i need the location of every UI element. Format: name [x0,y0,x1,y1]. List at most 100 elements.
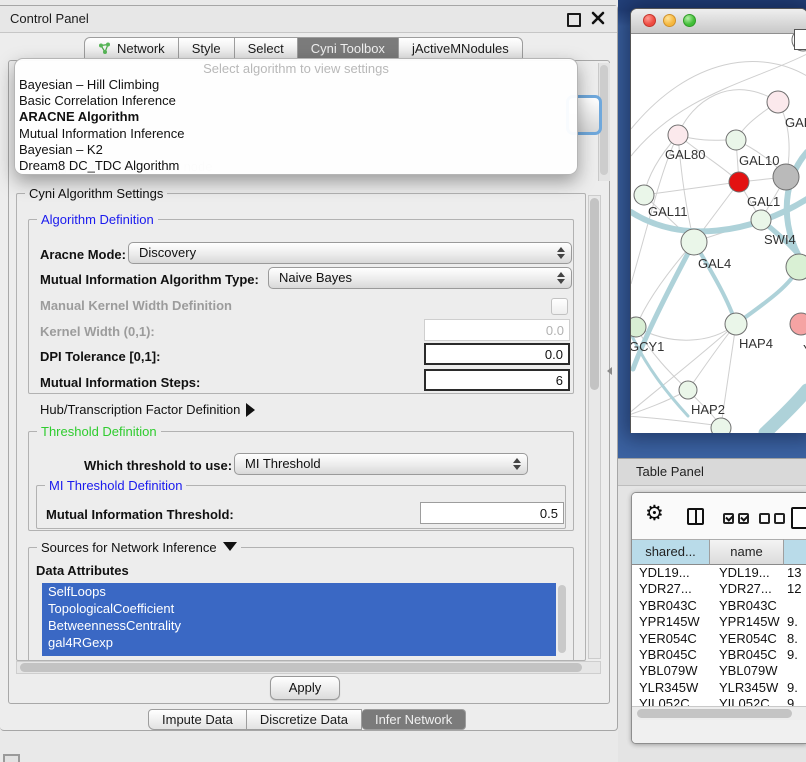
scrollbar-thumb[interactable] [637,709,792,718]
minimize-button[interactable] [663,14,676,27]
attributes-scrollbar[interactable] [556,583,568,656]
table-cell[interactable]: YBL079W [710,663,784,679]
attribute-item[interactable]: TopologicalCoefficient [42,600,556,617]
scrollbar-thumb[interactable] [558,585,566,653]
checked-checkbox-icon[interactable] [738,513,749,524]
attribute-item[interactable]: BetweennessCentrality [42,617,556,634]
unchecked-checkbox-icon[interactable] [759,513,770,524]
table-cell[interactable]: YBR045C [632,647,710,663]
tab-network[interactable]: Network [84,37,179,60]
table-cell[interactable] [784,663,806,679]
unchecked-checkbox-icon[interactable] [774,513,785,524]
table-cell[interactable]: YLR345W [710,680,784,696]
table-horizontal-scrollbar[interactable] [632,706,806,720]
settings-vertical-scrollbar[interactable] [588,195,601,659]
table-cell[interactable]: YDL19... [632,565,710,581]
network-node-y[interactable] [790,313,806,335]
mi-steps-field[interactable] [424,369,570,391]
which-threshold-combobox[interactable]: MI Threshold [234,453,528,475]
table-row[interactable]: YER054CYER054C8. [632,631,806,647]
table-cell[interactable]: 9. [784,680,806,696]
column-header[interactable]: shared... [632,539,710,565]
table-cell[interactable]: YDR27... [710,581,784,597]
table-row[interactable]: YBR043CYBR043C [632,598,806,614]
table-cell[interactable]: 9. [784,696,806,706]
tab-select[interactable]: Select [235,37,298,60]
table-cell[interactable]: YER054C [632,631,710,647]
mi-threshold-field[interactable] [420,502,564,524]
table-cell[interactable]: YER054C [710,631,784,647]
float-window-icon[interactable] [567,13,581,27]
network-node-gal1[interactable] [729,172,749,192]
table-row[interactable]: YIL052CYIL052C9. [632,696,806,706]
table-cell[interactable]: YBR043C [710,598,784,614]
table-cell[interactable]: 9. [784,614,806,630]
table-cell[interactable]: 8. [784,631,806,647]
table-row[interactable]: YBR045CYBR045C9. [632,647,806,663]
aracne-mode-combobox[interactable]: Discovery [128,242,572,264]
network-node-gal4[interactable] [681,229,707,255]
checked-checkbox-icon[interactable] [723,513,734,524]
network-node-gcy1[interactable] [631,317,646,337]
network-canvas[interactable]: GALGAL80GAL10GAL1GAL11SWI4GAL4GCY1HAP4YH… [631,34,806,433]
table-cell[interactable]: 9. [784,647,806,663]
tab-style[interactable]: Style [179,37,235,60]
network-node-gal80[interactable] [668,125,688,145]
table-row[interactable]: YBL079WYBL079W [632,663,806,679]
tab-jactivemnodules[interactable]: jActiveMNodules [399,37,523,60]
table-row[interactable]: YDR27...YDR27...12 [632,581,806,597]
attribute-item[interactable]: gal4RGexp [42,634,556,651]
dpi-tolerance-field[interactable] [424,343,570,365]
node-partial-bottom[interactable] [711,418,731,433]
tab-discretize-data[interactable]: Discretize Data [247,709,362,730]
algorithm-option[interactable]: Bayesian – K2 [15,142,577,158]
scrollbar-thumb[interactable] [20,663,582,672]
table-row[interactable]: YPR145WYPR145W9. [632,614,806,630]
column-header[interactable]: name [710,539,784,565]
node-right-green[interactable] [786,254,806,280]
network-node-gal[interactable] [767,91,789,113]
close-button[interactable] [643,14,656,27]
table-cell[interactable]: YIL052C [710,696,784,706]
table-cell[interactable]: YLR345W [632,680,710,696]
scrollbar-thumb[interactable] [590,198,599,390]
tab-infer-network[interactable]: Infer Network [362,709,466,730]
network-node-hap4[interactable] [725,313,747,335]
network-node-hap2[interactable] [679,381,697,399]
document-icon[interactable] [791,507,806,529]
tab-cyni-toolbox[interactable]: Cyni Toolbox [298,37,399,60]
table-row[interactable]: YDL19...YDL19...13 [632,565,806,581]
table-cell[interactable]: YPR145W [710,614,784,630]
zoom-button[interactable] [683,14,696,27]
table-cell[interactable]: YPR145W [632,614,710,630]
tab-impute-data[interactable]: Impute Data [148,709,247,730]
table-cell[interactable]: YDL19... [710,565,784,581]
table-cell[interactable]: YBL079W [632,663,710,679]
algorithm-option[interactable]: Mutual Information Inference [15,126,577,142]
splitter-arrow-icon[interactable] [607,367,612,375]
table-cell[interactable]: YBR045C [710,647,784,663]
table-cell[interactable]: 12 [784,581,806,597]
apply-button[interactable]: Apply [270,676,340,700]
table-cell[interactable]: YIL052C [632,696,710,706]
settings-horizontal-scrollbar[interactable] [16,661,601,674]
sources-expander[interactable]: Sources for Network Inference [37,540,241,555]
dock-panel-icon[interactable] [3,754,20,762]
close-icon[interactable] [591,11,605,25]
network-node-swi4[interactable] [751,210,771,230]
table-row[interactable]: YLR345WYLR345W9. [632,680,806,696]
mi-algorithm-type-combobox[interactable]: Naive Bayes [268,267,572,289]
network-node-gal11[interactable] [634,185,654,205]
algorithm-option[interactable]: Basic Correlation Inference [15,93,577,109]
algorithm-option[interactable]: ARACNE Algorithm [15,109,577,125]
column-header[interactable] [784,539,806,565]
algorithm-option[interactable]: Dream8 DC_TDC Algorithm [15,158,577,174]
table-cell[interactable] [784,598,806,614]
table-cell[interactable]: 13 [784,565,806,581]
algorithm-option[interactable]: Bayesian – Hill Climbing [15,77,577,93]
gear-icon[interactable]: ⚙ [645,502,664,526]
table-cell[interactable]: YDR27... [632,581,710,597]
table-cell[interactable]: YBR043C [632,598,710,614]
column-layout-icon[interactable] [687,508,704,525]
attribute-item[interactable]: SelfLoops [42,583,556,600]
